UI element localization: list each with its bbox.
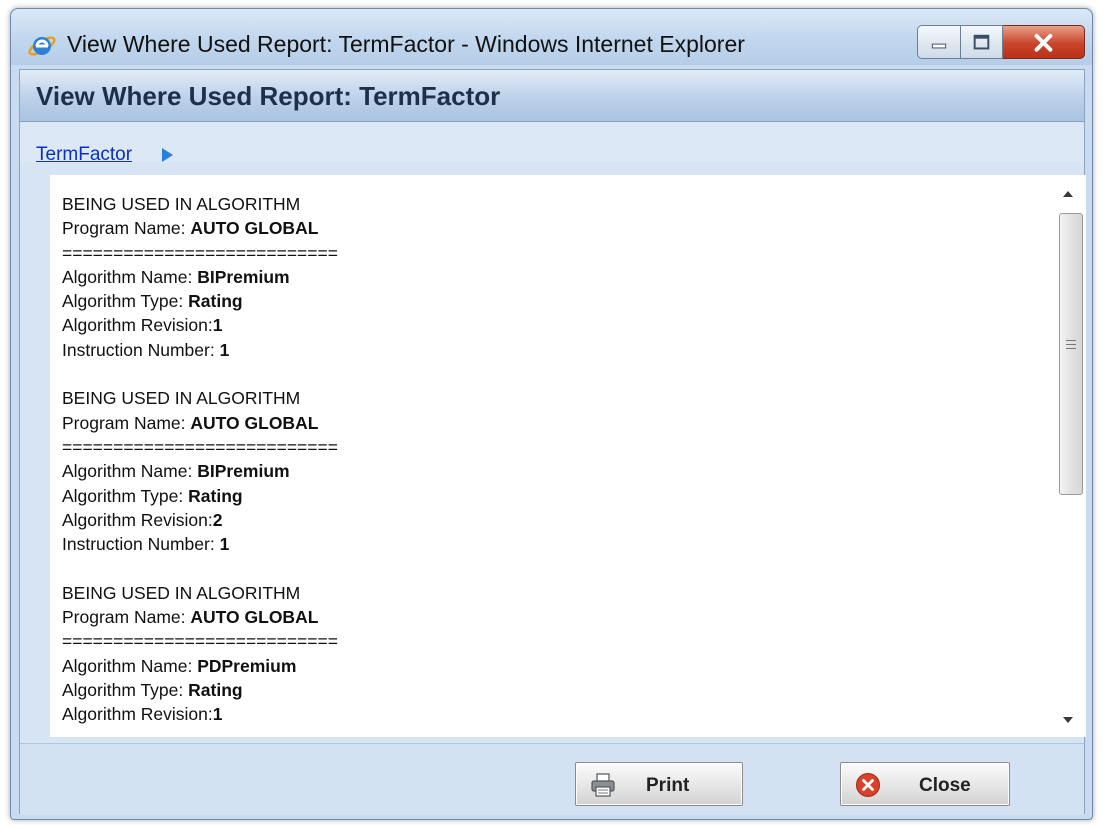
instruction-number-row: Instruction Number: 1 [62, 532, 1022, 556]
algorithm-revision-label: Algorithm Revision: [62, 509, 213, 530]
scroll-grip [1066, 348, 1076, 349]
algorithm-type-value: Rating [188, 485, 243, 506]
program-name-label: Program Name: [62, 607, 186, 628]
program-name-value: AUTO GLOBAL [190, 412, 319, 433]
triangle-right-icon [162, 148, 173, 162]
print-button-label: Print [646, 775, 690, 796]
internet-explorer-icon [28, 36, 56, 56]
algorithm-revision-label: Algorithm Revision: [62, 315, 213, 336]
algorithm-type-row: Algorithm Type: Rating [62, 678, 1022, 702]
algorithm-name-row: Algorithm Name: BIPremium [62, 265, 1022, 289]
close-x-icon [1034, 33, 1053, 52]
maximize-icon [973, 34, 990, 50]
algorithm-revision-row: Algorithm Revision:1 [62, 313, 1022, 337]
algorithm-type-value: Rating [188, 679, 243, 700]
red-x-circle-icon [856, 773, 880, 797]
algorithm-name-label: Algorithm Name: [62, 655, 193, 676]
program-name-row: Program Name: AUTO GLOBAL [62, 605, 1022, 629]
instruction-number-value: 1 [219, 534, 230, 555]
algorithm-revision-row: Algorithm Revision:2 [62, 508, 1022, 532]
scroll-grip [1066, 344, 1076, 345]
entry-spacer [62, 362, 1022, 386]
instruction-number-label: Instruction Number: [62, 339, 215, 360]
dialog-client-area: View Where Used Report: TermFactor TermF… [19, 69, 1086, 815]
minimize-icon [931, 43, 947, 49]
algorithm-name-value: BIPremium [197, 461, 290, 482]
entry-spacer [62, 556, 1022, 580]
algorithm-revision-value: 2 [212, 509, 223, 530]
close-button[interactable]: Close [840, 762, 1010, 806]
algorithm-name-value: BIPremium [197, 266, 290, 287]
scroll-grip [1066, 340, 1076, 341]
algorithm-revision-value: 1 [212, 704, 223, 725]
report-text: BEING USED IN ALGORITHM Program Name: AU… [62, 192, 1022, 727]
separator-line: =========================== [62, 242, 338, 263]
entry-heading: BEING USED IN ALGORITHM [62, 194, 301, 214]
algorithm-type-row: Algorithm Type: Rating [62, 289, 1022, 313]
algorithm-revision-value: 1 [212, 315, 223, 336]
program-name-label: Program Name: [62, 218, 186, 239]
window-title: View Where Used Report: TermFactor - Win… [67, 31, 745, 57]
scroll-thumb[interactable] [1059, 213, 1083, 495]
entry-heading: BEING USED IN ALGORITHM [62, 582, 301, 603]
breadcrumb [20, 123, 1084, 163]
algorithm-name-value: PDPremium [197, 655, 297, 676]
window-titlebar[interactable]: View Where Used Report: TermFactor - Win… [11, 9, 1092, 65]
algorithm-revision-label: Algorithm Revision: [62, 704, 213, 725]
browser-window: View Where Used Report: TermFactor - Win… [10, 8, 1093, 820]
separator-line: =========================== [62, 436, 338, 457]
minimize-button[interactable] [917, 25, 961, 59]
program-name-value: AUTO GLOBAL [190, 218, 319, 239]
close-button-label: Close [919, 775, 971, 796]
algorithm-type-row: Algorithm Type: Rating [62, 484, 1022, 508]
program-name-row: Program Name: AUTO GLOBAL [62, 411, 1022, 435]
algorithm-name-row: Algorithm Name: BIPremium [62, 459, 1022, 483]
printer-icon [591, 773, 615, 797]
page-title: View Where Used Report: TermFactor [36, 81, 501, 111]
algorithm-name-row: Algorithm Name: PDPremium [62, 654, 1022, 678]
window-close-button[interactable] [1003, 25, 1085, 59]
algorithm-name-label: Algorithm Name: [62, 461, 193, 482]
algorithm-type-label: Algorithm Type: [62, 679, 184, 700]
scroll-up-arrow-icon[interactable] [1050, 177, 1086, 207]
separator-line: =========================== [62, 631, 338, 652]
algorithm-revision-row: Algorithm Revision:1 [62, 702, 1022, 726]
maximize-button[interactable] [961, 25, 1003, 59]
instruction-number-value: 1 [219, 339, 230, 360]
print-button[interactable]: Print [575, 762, 743, 806]
scroll-down-arrow-icon[interactable] [1050, 705, 1086, 735]
vertical-scrollbar[interactable] [1050, 175, 1086, 737]
instruction-number-label: Instruction Number: [62, 534, 215, 555]
report-header: View Where Used Report: TermFactor [20, 70, 1084, 122]
breadcrumb-link-termfactor[interactable]: TermFactor [36, 144, 132, 166]
algorithm-type-label: Algorithm Type: [62, 291, 184, 312]
report-content-panel[interactable]: BEING USED IN ALGORITHM Program Name: AU… [50, 175, 1086, 737]
program-name-value: AUTO GLOBAL [190, 607, 319, 628]
algorithm-name-label: Algorithm Name: [62, 266, 193, 287]
program-name-label: Program Name: [62, 412, 186, 433]
entry-heading: BEING USED IN ALGORITHM [62, 388, 301, 409]
algorithm-type-value: Rating [188, 291, 243, 312]
program-name-row: Program Name: AUTO GLOBAL [62, 216, 1022, 240]
algorithm-type-label: Algorithm Type: [62, 485, 184, 506]
instruction-number-row: Instruction Number: 1 [62, 338, 1022, 362]
